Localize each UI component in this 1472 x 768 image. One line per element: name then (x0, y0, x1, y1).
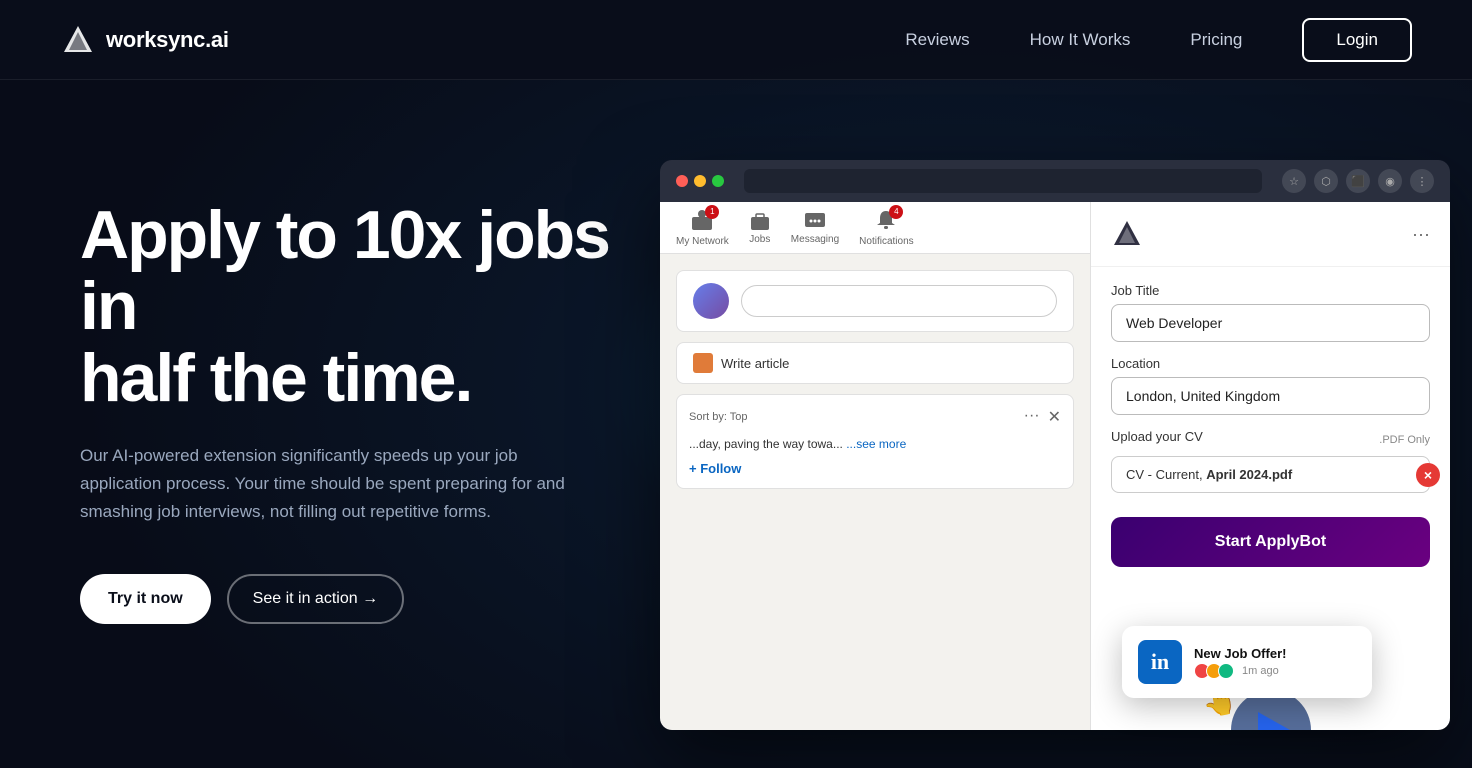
hero-heading-line1: Apply to 10x jobs in (80, 197, 609, 344)
notification-avatars (1194, 663, 1230, 679)
start-applybot-button[interactable]: Start ApplyBot (1111, 517, 1430, 567)
linkedin-nav: 1 My Network Jobs Messaging (660, 202, 1090, 254)
linkedin-feed-card: Sort by: Top ··· ✕ ...day, paving the wa… (676, 394, 1074, 489)
write-article-icon (693, 353, 713, 373)
see-more-link[interactable]: ...see more (846, 437, 906, 451)
linkedin-panel: 1 My Network Jobs Messaging (660, 202, 1090, 730)
notification-title: New Job Offer! (1194, 646, 1356, 661)
extension-menu-dots[interactable]: ··· (1412, 224, 1430, 245)
location-input[interactable] (1111, 377, 1430, 415)
logo-icon (60, 22, 96, 58)
jobs-label: Jobs (749, 234, 770, 245)
feed-close-icon[interactable]: ✕ (1048, 407, 1061, 427)
notification-content: New Job Offer! 1m ago (1194, 646, 1356, 679)
hero-heading-line2: half the time. (80, 340, 471, 416)
maximize-window-dot (712, 175, 724, 187)
browser-star-icon[interactable]: ☆ (1282, 169, 1306, 193)
browser-topbar: ☆ ⬡ ⬛ ◉ ⋮ (660, 160, 1450, 202)
nav-how-it-works[interactable]: How It Works (1030, 30, 1131, 50)
feed-menu-icon[interactable]: ··· (1024, 407, 1040, 427)
linkedin-nav-jobs[interactable]: Jobs (749, 210, 771, 245)
login-button[interactable]: Login (1302, 18, 1412, 62)
notif-avatar-3 (1218, 663, 1234, 679)
user-avatar (693, 283, 729, 319)
upload-label-row: Upload your CV .PDF Only (1111, 429, 1430, 450)
nav-pricing[interactable]: Pricing (1190, 30, 1242, 50)
cv-file-wrapper: CV - Current, April 2024.pdf × (1111, 456, 1430, 493)
post-input[interactable] (741, 285, 1057, 317)
navbar: worksync.ai Reviews How It Works Pricing… (0, 0, 1472, 80)
notifications-badge: 4 (889, 205, 903, 219)
location-input-wrapper (1111, 377, 1430, 429)
hero-buttons: Try it now See it in action → (80, 574, 640, 624)
linkedin-nav-notifications[interactable]: 4 Notifications (859, 209, 913, 247)
linkedin-notification-logo: in (1138, 640, 1182, 684)
close-window-dot (676, 175, 688, 187)
cv-clear-button[interactable]: × (1416, 463, 1440, 487)
location-field-group: Location (1111, 356, 1430, 429)
browser-profile-icon[interactable]: ◉ (1378, 169, 1402, 193)
linkedin-main: Write article Sort by: Top ··· ✕ (660, 254, 1090, 505)
job-title-label: Job Title (1111, 283, 1430, 298)
cv-upload-section: Upload your CV .PDF Only CV - Current, A… (1111, 429, 1430, 493)
linkedin-write-article[interactable]: Write article (676, 342, 1074, 384)
messaging-label: Messaging (791, 234, 839, 245)
feed-text: ...day, paving the way towa... ...see mo… (689, 435, 1061, 453)
try-it-now-button[interactable]: Try it now (80, 574, 211, 624)
extension-logo-icon (1111, 218, 1143, 250)
sort-label[interactable]: Sort by: Top (689, 411, 748, 423)
extension-logo (1111, 218, 1143, 250)
cv-filename: CV - Current, April 2024.pdf (1126, 467, 1292, 482)
write-article-label: Write article (721, 356, 789, 371)
browser-download-icon[interactable]: ⬛ (1346, 169, 1370, 193)
cv-file-input[interactable]: CV - Current, April 2024.pdf (1111, 456, 1430, 493)
browser-toolbar-icons: ☆ ⬡ ⬛ ◉ ⋮ (1282, 169, 1434, 193)
follow-button[interactable]: + Follow (689, 461, 1061, 476)
notification-popup: in New Job Offer! 1m ago (1122, 626, 1372, 698)
hero-heading: Apply to 10x jobs in half the time. (80, 200, 640, 414)
notification-meta: 1m ago (1194, 663, 1356, 679)
linkedin-start-post (676, 270, 1074, 332)
minimize-window-dot (694, 175, 706, 187)
linkedin-nav-messaging[interactable]: Messaging (791, 210, 839, 245)
main-content: Apply to 10x jobs in half the time. Our … (0, 80, 1472, 768)
feed-card-header: Sort by: Top ··· ✕ (689, 407, 1061, 427)
nav-links: Reviews How It Works Pricing Login (905, 18, 1412, 62)
hero-left: Apply to 10x jobs in half the time. Our … (80, 160, 640, 624)
upload-cv-label: Upload your CV (1111, 429, 1203, 444)
job-title-field-group: Job Title (1111, 283, 1430, 356)
logo-text: worksync.ai (106, 27, 229, 53)
browser-url-bar[interactable] (744, 169, 1262, 193)
see-in-action-button[interactable]: See it in action → (227, 574, 404, 624)
nav-reviews[interactable]: Reviews (905, 30, 969, 50)
play-icon (1258, 712, 1290, 730)
browser-window-controls (676, 175, 724, 187)
pdf-only-note: .PDF Only (1379, 434, 1430, 446)
notifications-label: Notifications (859, 236, 913, 247)
notification-time: 1m ago (1242, 665, 1279, 677)
extension-header: ··· (1091, 202, 1450, 267)
browser-menu-icon[interactable]: ⋮ (1410, 169, 1434, 193)
logo-area: worksync.ai (60, 22, 229, 58)
hero-subtext: Our AI-powered extension significantly s… (80, 442, 580, 526)
my-network-badge: 1 (705, 205, 719, 219)
my-network-label: My Network (676, 236, 729, 247)
location-label: Location (1111, 356, 1430, 371)
hero-right: ☆ ⬡ ⬛ ◉ ⋮ (620, 150, 1392, 758)
job-title-input[interactable] (1111, 304, 1430, 342)
browser-extension-icon[interactable]: ⬡ (1314, 169, 1338, 193)
linkedin-nav-my-network[interactable]: 1 My Network (676, 209, 729, 247)
